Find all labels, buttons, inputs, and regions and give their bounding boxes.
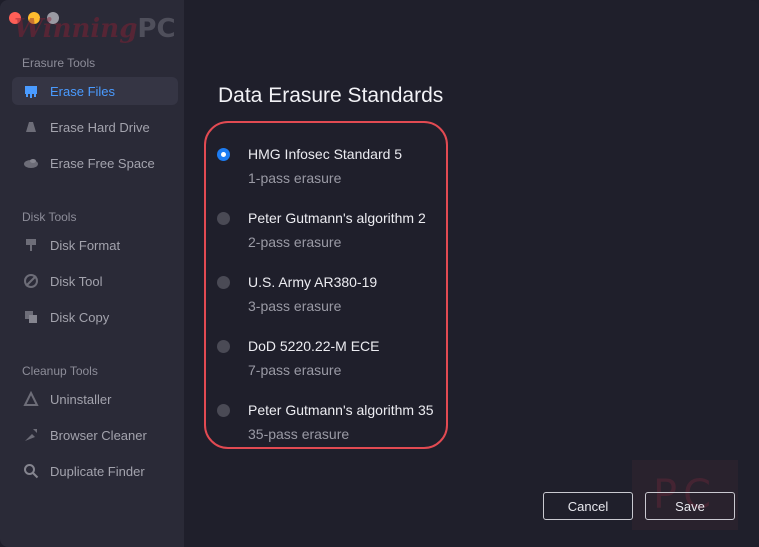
uninstaller-icon bbox=[22, 390, 40, 408]
radio-button-checked[interactable] bbox=[217, 148, 230, 161]
sidebar-item-label: Disk Format bbox=[50, 237, 121, 253]
browser-cleaner-icon bbox=[22, 426, 40, 444]
option-label: DoD 5220.22-M ECE bbox=[248, 338, 380, 354]
sidebar-item-disk-tool[interactable]: Disk Tool bbox=[12, 267, 178, 295]
sidebar-item-label: Uninstaller bbox=[50, 391, 112, 407]
hard-drive-icon bbox=[22, 118, 40, 136]
sidebar-item-erase-free-space[interactable]: Erase Free Space bbox=[12, 149, 178, 177]
sidebar-item-label: Disk Copy bbox=[50, 309, 110, 325]
radio-option-gutmann-2[interactable]: Peter Gutmann's algorithm 2 2-pass erasu… bbox=[214, 205, 444, 253]
section-title-cleanup-tools: Cleanup Tools bbox=[22, 364, 98, 378]
option-subtitle: 7-pass erasure bbox=[248, 362, 342, 378]
sidebar-item-disk-format[interactable]: Disk Format bbox=[12, 231, 178, 259]
radio-button[interactable] bbox=[217, 340, 230, 353]
search-icon bbox=[22, 462, 40, 480]
sidebar-item-disk-copy[interactable]: Disk Copy bbox=[12, 303, 178, 331]
sidebar-item-label: Erase Free Space bbox=[50, 155, 155, 171]
cancel-button[interactable]: Cancel bbox=[543, 492, 633, 520]
radio-option-us-army-ar380-19[interactable]: U.S. Army AR380-19 3-pass erasure bbox=[214, 269, 444, 317]
radio-button[interactable] bbox=[217, 276, 230, 289]
sidebar-item-browser-cleaner[interactable]: Browser Cleaner bbox=[12, 421, 178, 449]
sidebar-item-label: Erase Files bbox=[50, 83, 116, 99]
option-subtitle: 2-pass erasure bbox=[248, 234, 342, 250]
option-subtitle: 1-pass erasure bbox=[248, 170, 342, 186]
disk-copy-icon bbox=[22, 308, 40, 326]
sidebar-item-label: Erase Hard Drive bbox=[50, 119, 150, 135]
sidebar-item-erase-files[interactable]: Erase Files bbox=[12, 77, 178, 105]
watermark-logo: WinningPC bbox=[14, 14, 176, 44]
sidebar-item-uninstaller[interactable]: Uninstaller bbox=[12, 385, 178, 413]
watermark-logo-pc: PC bbox=[137, 14, 176, 44]
section-title-erasure-tools: Erasure Tools bbox=[22, 56, 96, 70]
sidebar-item-label: Duplicate Finder bbox=[50, 463, 145, 479]
option-label: Peter Gutmann's algorithm 35 bbox=[248, 402, 434, 418]
option-subtitle: 35-pass erasure bbox=[248, 426, 350, 442]
section-title-disk-tools: Disk Tools bbox=[22, 210, 77, 224]
app-window: WinningPC Erasure Tools Erase Files Eras… bbox=[0, 0, 759, 547]
option-label: HMG Infosec Standard 5 bbox=[248, 146, 403, 162]
radio-option-dod-5220[interactable]: DoD 5220.22-M ECE 7-pass erasure bbox=[214, 333, 444, 381]
radio-button[interactable] bbox=[217, 404, 230, 417]
sidebar-item-erase-hard-drive[interactable]: Erase Hard Drive bbox=[12, 113, 178, 141]
sidebar: WinningPC Erasure Tools Erase Files Eras… bbox=[0, 0, 184, 547]
free-space-icon bbox=[22, 154, 40, 172]
page-title: Data Erasure Standards bbox=[218, 84, 444, 107]
sidebar-item-duplicate-finder[interactable]: Duplicate Finder bbox=[12, 457, 178, 485]
option-label: Peter Gutmann's algorithm 2 bbox=[248, 210, 426, 226]
sidebar-item-label: Browser Cleaner bbox=[50, 427, 147, 443]
watermark-logo-script: Winning bbox=[14, 14, 138, 44]
option-subtitle: 3-pass erasure bbox=[248, 298, 342, 314]
radio-option-gutmann-35[interactable]: Peter Gutmann's algorithm 35 35-pass era… bbox=[214, 397, 444, 445]
disk-format-icon bbox=[22, 236, 40, 254]
save-button[interactable]: Save bbox=[645, 492, 735, 520]
disk-tool-icon bbox=[22, 272, 40, 290]
option-label: U.S. Army AR380-19 bbox=[248, 274, 378, 290]
sidebar-item-label: Disk Tool bbox=[50, 273, 103, 289]
erase-files-icon bbox=[22, 82, 40, 100]
radio-option-hmg-infosec-5[interactable]: HMG Infosec Standard 5 1-pass erasure bbox=[214, 141, 444, 189]
radio-button[interactable] bbox=[217, 212, 230, 225]
